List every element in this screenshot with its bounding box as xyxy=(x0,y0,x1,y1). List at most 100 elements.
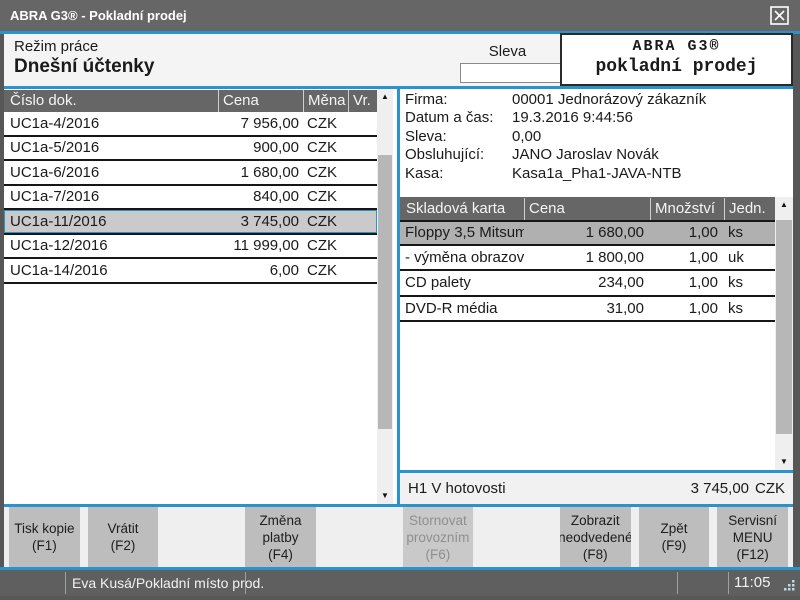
scrollbar-thumb[interactable] xyxy=(776,220,792,434)
receipt-doc-number: UC1a-4/2016 xyxy=(4,115,218,132)
window-bottom-border xyxy=(0,596,800,600)
button-label: Vrátit xyxy=(108,520,139,537)
abra-logo: ABRA G3® pokladní prodej xyxy=(560,33,793,86)
receipt-currency: CZK xyxy=(303,115,348,132)
status-separator xyxy=(677,572,678,594)
info-value: JANO Jaroslav Novák xyxy=(512,146,659,164)
info-value: 00001 Jednorázový zákazník xyxy=(512,91,706,109)
button-key: (F9) xyxy=(662,537,687,554)
payment-method: H1 V hotovosti xyxy=(408,473,506,504)
receipt-currency: CZK xyxy=(303,188,348,205)
scroll-up-icon[interactable]: ▲ xyxy=(377,89,393,105)
receipt-detail-panel: Firma:00001 Jednorázový zákazníkDatum a … xyxy=(400,89,793,504)
item-name: CD palety xyxy=(400,274,524,291)
button-key: (F2) xyxy=(111,537,136,554)
receipts-col-header: Cena xyxy=(218,90,303,112)
button-key: (F8) xyxy=(583,546,608,563)
receipts-table: Číslo dok.CenaMěnaVr. UC1a-4/20167 956,0… xyxy=(4,89,377,504)
scroll-down-icon[interactable]: ▼ xyxy=(775,454,793,470)
item-qty: 1,00 xyxy=(650,249,724,266)
receipt-row[interactable]: UC1a-5/2016900,00CZK xyxy=(4,137,377,162)
item-row[interactable]: Floppy 3,5 Mitsumi1 680,001,00ks xyxy=(400,220,775,246)
header-band: Režim práce Dnešní účtenky Sleva ABRA G3… xyxy=(4,34,793,86)
button-key: (F6) xyxy=(425,546,450,563)
item-price: 234,00 xyxy=(524,274,650,291)
receipt-row[interactable]: UC1a-12/201611 999,00CZK xyxy=(4,235,377,260)
receipt-price: 1 680,00 xyxy=(218,164,303,181)
scroll-down-icon[interactable]: ▼ xyxy=(377,488,393,504)
items-header: Skladová kartaCenaMnožstvíJedn. xyxy=(400,197,775,220)
item-name: Floppy 3,5 Mitsumi xyxy=(400,224,524,241)
items-scrollbar[interactable]: ▲ ▼ xyxy=(775,197,793,470)
receipts-rows: UC1a-4/20167 956,00CZKUC1a-5/2016900,00C… xyxy=(4,112,377,284)
receipt-currency: CZK xyxy=(303,139,348,156)
resize-grip-icon[interactable] xyxy=(782,578,796,592)
item-price: 31,00 xyxy=(524,300,650,317)
scrollbar-thumb[interactable] xyxy=(378,155,392,429)
items-col-header: Jedn. xyxy=(724,198,775,220)
item-row[interactable]: DVD-R média31,001,00ks xyxy=(400,297,775,323)
button-key: (F12) xyxy=(737,546,769,563)
discount-input[interactable] xyxy=(460,63,561,83)
receipt-price: 840,00 xyxy=(218,188,303,205)
item-qty: 1,00 xyxy=(650,300,724,317)
info-label: Kasa: xyxy=(400,165,512,183)
function-button-bar: Tisk kopie(F1)Vrátit(F2)Změna platby(F4)… xyxy=(4,507,793,567)
logo-line1: ABRA G3® xyxy=(562,38,791,55)
button-f12[interactable]: Servisní MENU(F12) xyxy=(717,507,788,567)
button-label: Zobrazit neodvedené xyxy=(560,512,631,546)
status-separator xyxy=(728,572,729,594)
item-row[interactable]: CD palety234,001,00ks xyxy=(400,271,775,297)
receipt-price: 7 956,00 xyxy=(218,115,303,132)
button-label: Stornovat provozním xyxy=(403,512,474,546)
button-label: Změna platby xyxy=(245,512,316,546)
item-unit: ks xyxy=(724,300,775,317)
items-col-header: Cena xyxy=(524,198,650,220)
info-row: Kasa:Kasa1a_Pha1-JAVA-NTB xyxy=(400,165,793,183)
item-unit: uk xyxy=(724,249,775,266)
item-price: 1 800,00 xyxy=(524,249,650,266)
receipts-scrollbar[interactable]: ▲ ▼ xyxy=(377,89,393,504)
status-user: Eva Kusá/Pokladní místo prod. xyxy=(72,570,264,596)
button-f1[interactable]: Tisk kopie(F1) xyxy=(9,507,80,567)
status-bar: Eva Kusá/Pokladní místo prod. 11:05 xyxy=(0,570,800,596)
item-name: - výměna obrazovky xyxy=(400,249,524,266)
receipt-currency: CZK xyxy=(303,262,348,279)
items-col-header: Skladová karta xyxy=(400,198,524,220)
button-f8[interactable]: Zobrazit neodvedené(F8) xyxy=(560,507,631,567)
receipt-currency: CZK xyxy=(303,164,348,181)
info-label: Sleva: xyxy=(400,128,512,146)
info-row: Sleva:0,00 xyxy=(400,128,793,146)
receipts-col-header: Vr. xyxy=(348,90,377,112)
receipt-doc-number: UC1a-5/2016 xyxy=(4,139,218,156)
button-f4[interactable]: Změna platby(F4) xyxy=(245,507,316,567)
receipt-row[interactable]: UC1a-6/20161 680,00CZK xyxy=(4,161,377,186)
receipt-row[interactable]: UC1a-11/20163 745,00CZK xyxy=(4,210,377,235)
receipt-price: 900,00 xyxy=(218,139,303,156)
button-key: (F4) xyxy=(268,546,293,563)
button-label: Tisk kopie xyxy=(14,520,74,537)
items-col-header: Množství xyxy=(650,198,724,220)
receipt-row[interactable]: UC1a-14/20166,00CZK xyxy=(4,259,377,284)
payment-total-row: H1 V hotovosti 3 745,00 CZK xyxy=(400,473,793,504)
info-label: Firma: xyxy=(400,91,512,109)
item-row[interactable]: - výměna obrazovky1 800,001,00uk xyxy=(400,246,775,272)
status-separator xyxy=(65,572,66,594)
receipt-currency: CZK xyxy=(303,213,348,230)
receipt-price: 11 999,00 xyxy=(218,237,303,254)
button-f2[interactable]: Vrátit(F2) xyxy=(88,507,159,567)
scroll-up-icon[interactable]: ▲ xyxy=(775,197,793,213)
item-qty: 1,00 xyxy=(650,224,724,241)
receipt-info: Firma:00001 Jednorázový zákazníkDatum a … xyxy=(400,91,793,183)
button-f6: Stornovat provozním(F6) xyxy=(403,507,474,567)
receipt-doc-number: UC1a-14/2016 xyxy=(4,262,218,279)
receipt-row[interactable]: UC1a-7/2016840,00CZK xyxy=(4,186,377,211)
button-label: Servisní MENU xyxy=(717,512,788,546)
empty-slot xyxy=(481,507,552,567)
button-label: Zpět xyxy=(660,520,687,537)
button-f9[interactable]: Zpět(F9) xyxy=(639,507,710,567)
receipt-row[interactable]: UC1a-4/20167 956,00CZK xyxy=(4,112,377,137)
receipt-doc-number: UC1a-6/2016 xyxy=(4,164,218,181)
close-icon[interactable] xyxy=(770,6,789,25)
receipt-doc-number: UC1a-12/2016 xyxy=(4,237,218,254)
